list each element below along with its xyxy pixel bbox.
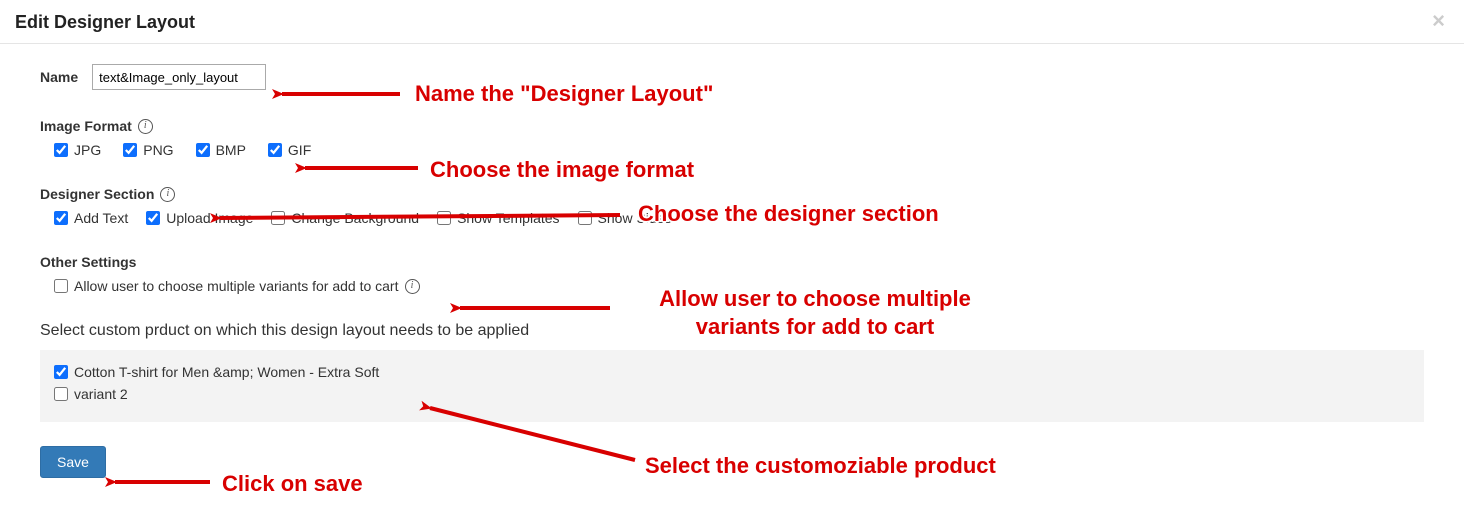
image-format-option[interactable]: JPG (54, 142, 101, 158)
name-input[interactable] (92, 64, 266, 90)
checkbox-jpg[interactable] (54, 143, 68, 157)
name-row: Name (40, 64, 1424, 90)
modal-title: Edit Designer Layout (15, 12, 195, 33)
product-select-heading: Select custom prduct on which this desig… (40, 322, 1424, 340)
option-label: Show Templates (457, 210, 559, 226)
option-label: Allow user to choose multiple variants f… (74, 278, 399, 294)
other-settings-header: Other Settings (40, 254, 1424, 270)
checkbox-png[interactable] (123, 143, 137, 157)
checkbox-product-2[interactable] (54, 387, 68, 401)
option-label: GIF (288, 142, 311, 158)
checkbox-show-templates[interactable] (437, 211, 451, 225)
image-format-options: JPG PNG BMP GIF (54, 142, 1424, 158)
modal-body: Name Image Format i JPG PNG BMP (0, 44, 1464, 498)
checkbox-product-1[interactable] (54, 365, 68, 379)
designer-option[interactable]: Change Background (271, 210, 419, 226)
other-settings-options: Allow user to choose multiple variants f… (54, 278, 1424, 294)
image-format-heading: Image Format (40, 118, 132, 134)
option-label: Add Text (74, 210, 128, 226)
option-label: Show Sides (598, 210, 672, 226)
designer-section: Designer Section i Add Text Upload Image… (40, 186, 1424, 226)
product-label: Cotton T-shirt for Men &amp; Women - Ext… (74, 364, 379, 380)
option-label: Upload Image (166, 210, 253, 226)
save-button[interactable]: Save (40, 446, 106, 478)
checkbox-bmp[interactable] (196, 143, 210, 157)
info-icon[interactable]: i (405, 279, 420, 294)
info-icon[interactable]: i (160, 187, 175, 202)
option-label: BMP (216, 142, 246, 158)
modal-container: Edit Designer Layout × Name Image Format… (0, 0, 1464, 498)
image-format-section: Image Format i JPG PNG BMP GIF (40, 118, 1424, 158)
checkbox-add-text[interactable] (54, 211, 68, 225)
option-label: Change Background (291, 210, 419, 226)
product-item[interactable]: Cotton T-shirt for Men &amp; Women - Ext… (54, 364, 1410, 380)
name-label: Name (40, 69, 78, 85)
option-label: PNG (143, 142, 173, 158)
checkbox-gif[interactable] (268, 143, 282, 157)
info-icon[interactable]: i (138, 119, 153, 134)
other-settings-section: Other Settings Allow user to choose mult… (40, 254, 1424, 294)
product-item[interactable]: variant 2 (54, 386, 1410, 402)
product-select-box: Cotton T-shirt for Men &amp; Women - Ext… (40, 350, 1424, 422)
close-icon[interactable]: × (1428, 12, 1449, 30)
designer-option[interactable]: Upload Image (146, 210, 253, 226)
image-format-option[interactable]: BMP (196, 142, 246, 158)
other-settings-heading: Other Settings (40, 254, 136, 270)
image-format-option[interactable]: PNG (123, 142, 173, 158)
checkbox-multiple-variants[interactable] (54, 279, 68, 293)
designer-option[interactable]: Show Sides (578, 210, 672, 226)
checkbox-show-sides[interactable] (578, 211, 592, 225)
checkbox-change-background[interactable] (271, 211, 285, 225)
designer-option[interactable]: Show Templates (437, 210, 559, 226)
designer-section-options: Add Text Upload Image Change Background … (54, 210, 1424, 226)
other-settings-option[interactable]: Allow user to choose multiple variants f… (54, 278, 420, 294)
product-label: variant 2 (74, 386, 128, 402)
image-format-option[interactable]: GIF (268, 142, 311, 158)
checkbox-upload-image[interactable] (146, 211, 160, 225)
designer-option[interactable]: Add Text (54, 210, 128, 226)
image-format-header: Image Format i (40, 118, 1424, 134)
modal-header: Edit Designer Layout × (0, 0, 1464, 44)
option-label: JPG (74, 142, 101, 158)
designer-section-heading: Designer Section (40, 186, 154, 202)
designer-section-header: Designer Section i (40, 186, 1424, 202)
